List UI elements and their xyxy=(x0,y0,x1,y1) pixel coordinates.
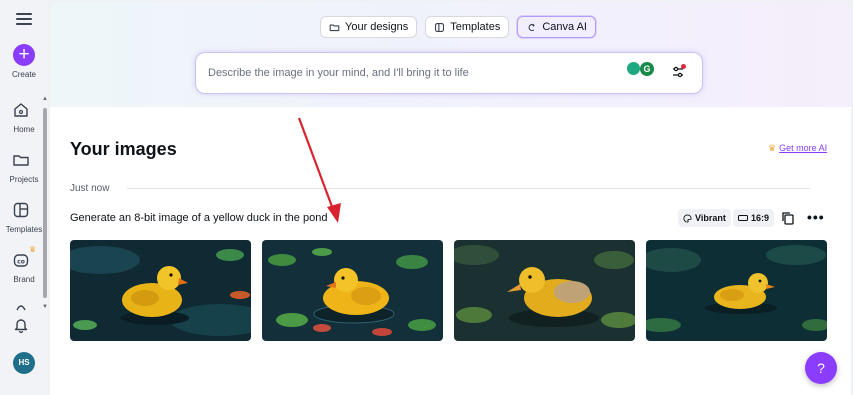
folder-icon[interactable] xyxy=(12,151,30,169)
sidebar-item-templates[interactable]: Templates xyxy=(0,225,48,234)
svg-text:co: co xyxy=(17,259,25,266)
tab-bar: Your designs Templates Canva AI xyxy=(320,16,596,40)
prompt-placeholder: Describe the image in your mind, and I'l… xyxy=(208,67,469,79)
image-thumbnail-2[interactable] xyxy=(262,240,443,341)
tab-label: Your designs xyxy=(345,21,409,33)
group-label: Just now xyxy=(70,183,110,194)
page-title: Your images xyxy=(70,139,177,159)
palette-icon xyxy=(683,213,692,223)
crown-icon: ♛ xyxy=(768,143,777,153)
templates-icon xyxy=(435,22,445,32)
menu-icon[interactable] xyxy=(14,10,34,28)
brand-icon[interactable]: co xyxy=(12,251,30,269)
tab-label: Templates xyxy=(450,21,501,33)
more-options-icon[interactable]: ••• xyxy=(807,209,825,225)
get-more-ai-link[interactable]: ♛ Get more AI xyxy=(768,143,827,154)
grammarly-icon[interactable]: G xyxy=(640,62,654,76)
premium-crown-icon: ♛ xyxy=(29,245,37,254)
tab-your-designs[interactable]: Your designs xyxy=(320,16,418,38)
bell-icon[interactable] xyxy=(12,316,30,334)
scroll-down-arrow-icon[interactable]: ▼ xyxy=(42,304,48,310)
main-panel: Your designs Templates Canva AI Describe… xyxy=(50,2,851,395)
get-more-ai-label: Get more AI xyxy=(779,143,828,153)
copy-icon[interactable] xyxy=(781,211,795,225)
templates-icon[interactable] xyxy=(12,201,30,219)
tab-canva-ai[interactable]: Canva AI xyxy=(517,16,596,38)
sidebar: + Create Home Projects Templates co ♛ Br… xyxy=(0,0,48,395)
scrollbar-thumb[interactable] xyxy=(43,108,47,298)
tab-label: Canva AI xyxy=(542,21,587,33)
help-button[interactable]: ? xyxy=(805,352,837,384)
image-thumbnail-4[interactable] xyxy=(646,240,827,341)
scroll-up-arrow-icon[interactable]: ▲ xyxy=(42,96,48,102)
style-chip[interactable]: Vibrant xyxy=(678,209,731,227)
aspect-ratio-icon xyxy=(738,215,748,221)
style-chip-label: Vibrant xyxy=(695,213,726,223)
home-icon[interactable] xyxy=(12,101,30,119)
folder-icon xyxy=(329,24,340,31)
sidebar-item-brand[interactable]: Brand xyxy=(0,275,48,284)
divider xyxy=(127,188,810,189)
canva-ai-icon xyxy=(528,23,536,31)
sidebar-item-home[interactable]: Home xyxy=(0,125,48,134)
sidebar-scrollbar[interactable]: ▲ ▼ xyxy=(42,96,48,311)
notification-dot xyxy=(681,64,686,69)
create-button[interactable]: + xyxy=(13,44,35,66)
ratio-chip[interactable]: 16:9 xyxy=(733,209,775,227)
image-thumbnail-3[interactable] xyxy=(454,240,635,341)
ratio-chip-label: 16:9 xyxy=(751,213,770,223)
generation-prompt: Generate an 8-bit image of a yellow duck… xyxy=(70,212,328,224)
create-label: Create xyxy=(11,70,36,79)
extension-pin-icon[interactable] xyxy=(627,62,640,75)
prompt-input[interactable]: Describe the image in your mind, and I'l… xyxy=(195,52,703,94)
tab-templates[interactable]: Templates xyxy=(425,16,510,38)
sidebar-item-projects[interactable]: Projects xyxy=(0,175,48,184)
image-thumbnail-1[interactable] xyxy=(70,240,251,341)
avatar[interactable]: HS xyxy=(13,352,35,374)
